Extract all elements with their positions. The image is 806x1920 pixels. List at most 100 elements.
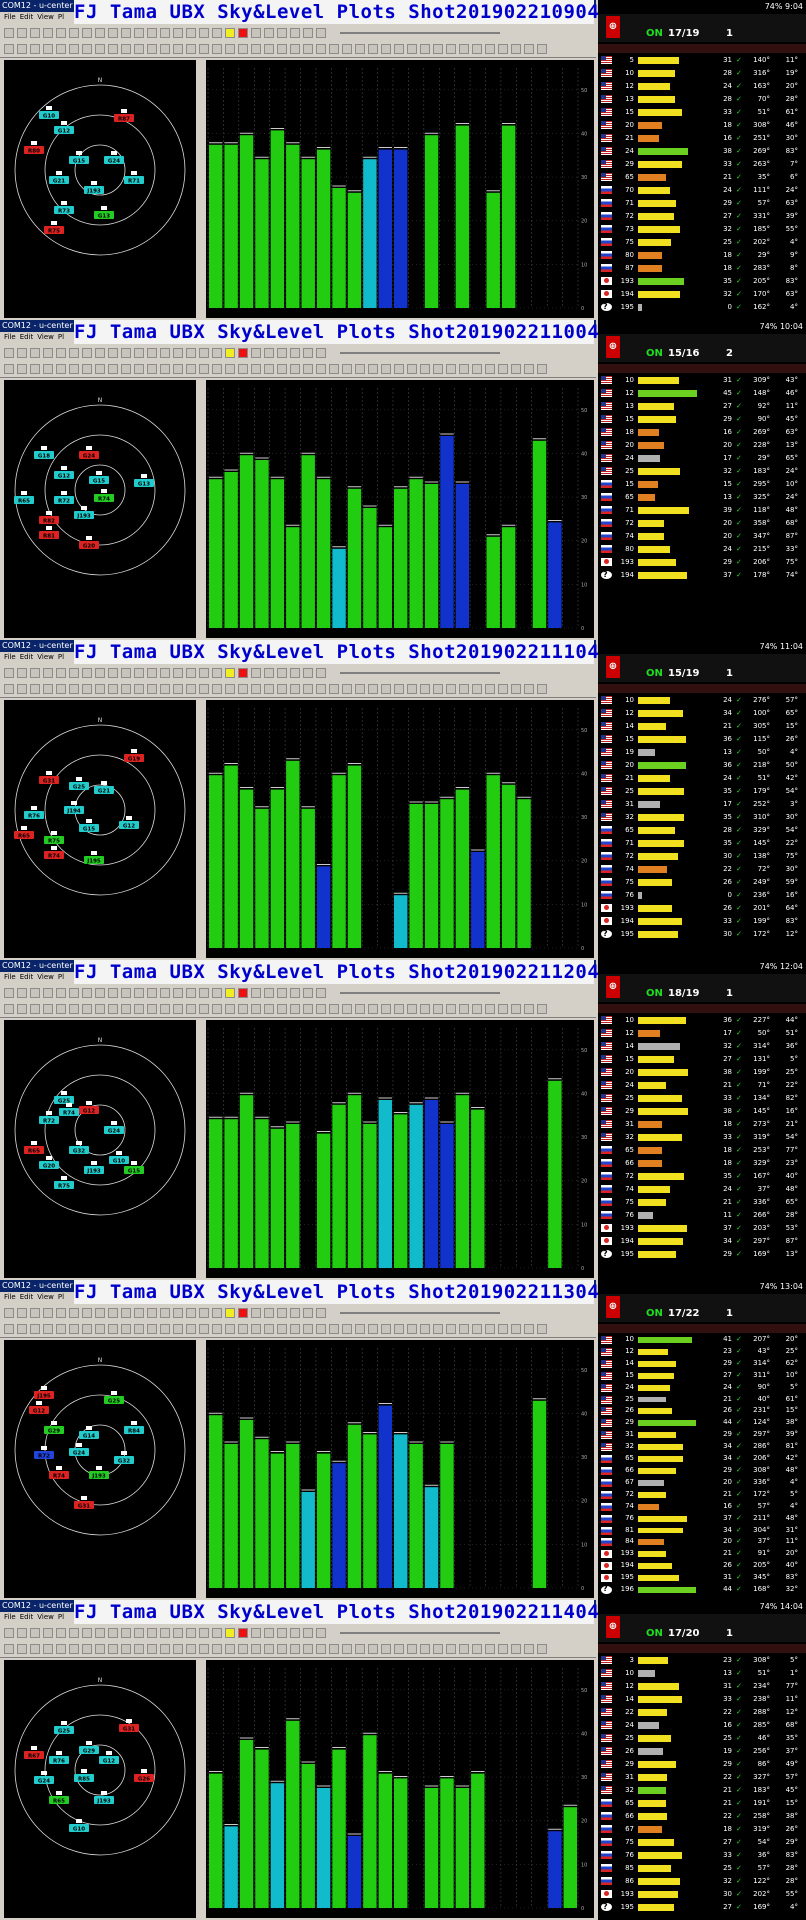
toolbar-button[interactable]	[303, 44, 313, 54]
toolbar-button[interactable]	[511, 44, 521, 54]
toolbar-button[interactable]	[121, 1644, 131, 1654]
toolbar-button[interactable]	[95, 348, 105, 358]
toolbar-button[interactable]	[225, 364, 235, 374]
toolbar-button[interactable]	[238, 1644, 248, 1654]
toolbar-button[interactable]	[433, 1324, 443, 1334]
toolbar-button[interactable]	[251, 1308, 261, 1318]
toolbar-button[interactable]	[134, 1644, 144, 1654]
toolbar-button[interactable]	[342, 364, 352, 374]
toolbar-button[interactable]	[186, 1628, 196, 1638]
toolbar-button[interactable]	[30, 988, 40, 998]
toolbar-button[interactable]	[69, 1644, 79, 1654]
toolbar-button[interactable]	[459, 1004, 469, 1014]
toolbar-button[interactable]	[225, 44, 235, 54]
toolbar-button[interactable]	[121, 1004, 131, 1014]
toolbar-button[interactable]	[147, 364, 157, 374]
toolbar-button[interactable]	[173, 988, 183, 998]
toolbar-button[interactable]	[381, 364, 391, 374]
toolbar-button[interactable]	[277, 668, 287, 678]
toolbar-button[interactable]	[225, 1644, 235, 1654]
toolbar-button[interactable]	[4, 1308, 14, 1318]
toolbar-button[interactable]	[186, 1324, 196, 1334]
toolbar-button[interactable]	[433, 364, 443, 374]
toolbar-button[interactable]	[511, 1324, 521, 1334]
toolbar-button[interactable]	[17, 1628, 27, 1638]
toolbar-button[interactable]	[316, 1004, 326, 1014]
toolbar-button[interactable]	[381, 684, 391, 694]
toolbar-button[interactable]	[537, 1644, 547, 1654]
toolbar-button[interactable]	[17, 684, 27, 694]
toolbar-button[interactable]	[459, 1324, 469, 1334]
toolbar-button[interactable]	[95, 1644, 105, 1654]
menu-item[interactable]: Pl	[58, 1293, 64, 1301]
toolbar-button[interactable]	[69, 1628, 79, 1638]
toolbar-button[interactable]	[264, 668, 274, 678]
toolbar-button[interactable]	[56, 44, 66, 54]
toolbar-button[interactable]	[43, 988, 53, 998]
toolbar-button[interactable]	[173, 348, 183, 358]
toolbar-button[interactable]	[69, 1308, 79, 1318]
toolbar-button[interactable]	[134, 684, 144, 694]
toolbar-button[interactable]	[303, 1644, 313, 1654]
toolbar-button[interactable]	[43, 1324, 53, 1334]
toolbar-button[interactable]	[316, 684, 326, 694]
toolbar-button[interactable]	[342, 1004, 352, 1014]
toolbar-button[interactable]	[147, 348, 157, 358]
toolbar-button[interactable]	[30, 44, 40, 54]
toolbar-button[interactable]	[121, 1324, 131, 1334]
toolbar-button[interactable]	[56, 364, 66, 374]
toolbar-button[interactable]	[329, 1644, 339, 1654]
toolbar-button[interactable]	[238, 684, 248, 694]
toolbar-button[interactable]	[108, 1308, 118, 1318]
toolbar-button[interactable]	[303, 364, 313, 374]
toolbar-button[interactable]	[212, 1628, 222, 1638]
toolbar-button[interactable]	[82, 1004, 92, 1014]
toolbar-button[interactable]	[17, 348, 27, 358]
toolbar-button[interactable]	[95, 28, 105, 38]
toolbar-button[interactable]	[199, 44, 209, 54]
toolbar-button[interactable]	[186, 44, 196, 54]
toolbar-button[interactable]	[225, 668, 235, 678]
toolbar-button[interactable]	[121, 1308, 131, 1318]
toolbar-button[interactable]	[225, 1324, 235, 1334]
toolbar-button[interactable]	[56, 348, 66, 358]
toolbar-button[interactable]	[316, 28, 326, 38]
toolbar-button[interactable]	[394, 44, 404, 54]
toolbar-button[interactable]	[30, 1644, 40, 1654]
toolbar-button[interactable]	[134, 1308, 144, 1318]
toolbar-button[interactable]	[342, 44, 352, 54]
toolbar-button[interactable]	[290, 1628, 300, 1638]
toolbar-button[interactable]	[186, 364, 196, 374]
toolbar-button[interactable]	[56, 1628, 66, 1638]
toolbar-button[interactable]	[303, 684, 313, 694]
toolbar-button[interactable]	[264, 1324, 274, 1334]
toolbar-button[interactable]	[108, 988, 118, 998]
toolbar-button[interactable]	[303, 1308, 313, 1318]
menu-item[interactable]: File	[4, 1613, 16, 1621]
toolbar-button[interactable]	[108, 1324, 118, 1334]
toolbar-button[interactable]	[173, 364, 183, 374]
toolbar-button[interactable]	[511, 684, 521, 694]
toolbar-button[interactable]	[355, 44, 365, 54]
toolbar-button[interactable]	[186, 668, 196, 678]
toolbar-button[interactable]	[4, 684, 14, 694]
toolbar-button[interactable]	[95, 668, 105, 678]
toolbar-button[interactable]	[199, 1628, 209, 1638]
toolbar-button[interactable]	[485, 44, 495, 54]
toolbar-button[interactable]	[303, 1324, 313, 1334]
toolbar-button[interactable]	[4, 348, 14, 358]
toolbar-button[interactable]	[316, 668, 326, 678]
toolbar-button[interactable]	[316, 988, 326, 998]
toolbar-button[interactable]	[368, 684, 378, 694]
toolbar-button[interactable]	[147, 1324, 157, 1334]
toolbar-button[interactable]	[199, 988, 209, 998]
toolbar-button[interactable]	[95, 364, 105, 374]
toolbar-button[interactable]	[433, 684, 443, 694]
toolbar-button[interactable]	[160, 1004, 170, 1014]
toolbar-button[interactable]	[277, 364, 287, 374]
toolbar-button[interactable]	[459, 684, 469, 694]
toolbar-button[interactable]	[238, 1308, 248, 1318]
toolbar-button[interactable]	[485, 1004, 495, 1014]
toolbar-button[interactable]	[43, 1308, 53, 1318]
toolbar-button[interactable]	[95, 684, 105, 694]
